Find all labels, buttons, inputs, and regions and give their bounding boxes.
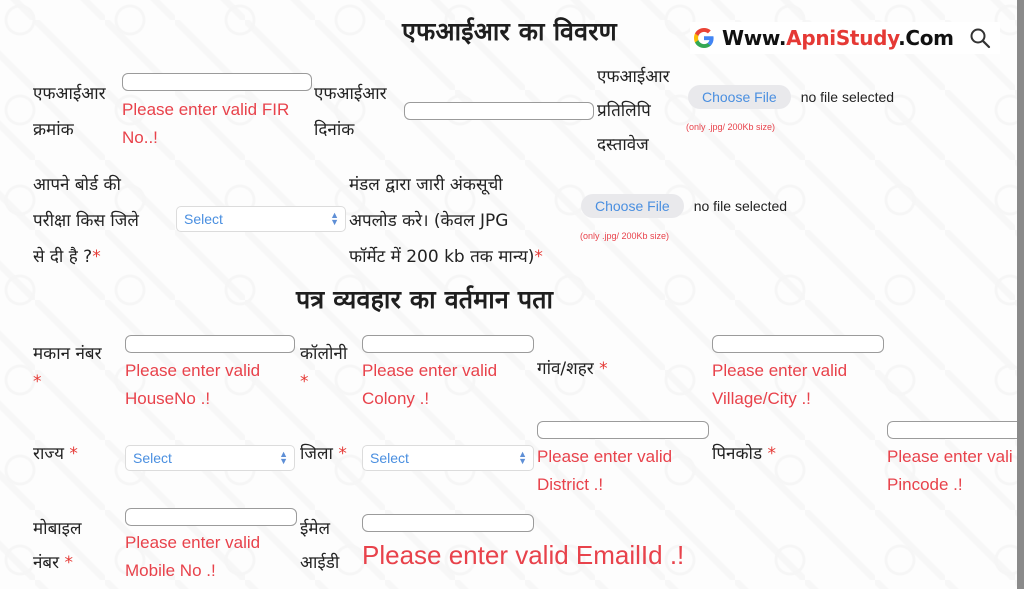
- house-no-label: मकान नंबर *: [33, 340, 102, 396]
- house-no-error: Please enter valid HouseNo .!: [125, 361, 261, 408]
- fir-copy-file-input[interactable]: Choose File no file selected: [688, 85, 894, 109]
- fir-section-title: एफआईआर का विवरण: [402, 17, 617, 46]
- select-value: Select: [184, 211, 223, 227]
- fir-copy-file-status: no file selected: [800, 89, 895, 105]
- required-asterisk: *: [300, 372, 309, 392]
- required-asterisk: *: [599, 359, 608, 379]
- required-asterisk: *: [33, 372, 42, 392]
- state-select[interactable]: Select ▲ ▼: [125, 445, 295, 471]
- village-city-input[interactable]: [712, 335, 884, 353]
- email-label: ईमेल आईडी: [300, 519, 340, 573]
- marksheet-hint: (only .jpg/ 200Kb size): [580, 231, 670, 241]
- fir-number-input[interactable]: [122, 73, 312, 91]
- district-error: Please enter valid District .!: [537, 447, 673, 494]
- fir-copy-label: एफआईआर प्रतिलिपि दस्तावेज: [597, 67, 670, 155]
- select-chevron-icon: ▲ ▼: [279, 449, 288, 466]
- scrollbar[interactable]: [1017, 0, 1024, 589]
- marksheet-file-status: no file selected: [693, 198, 788, 214]
- fir-number-label: एफआईआर क्रमांक: [33, 84, 106, 140]
- marksheet-file-input[interactable]: Choose File no file selected: [581, 194, 787, 218]
- email-error: Please enter valid EmailId .!: [362, 540, 685, 570]
- exam-district-select[interactable]: Select ▲ ▼: [176, 206, 346, 232]
- village-city-error: Please enter valid Village/City .!: [712, 361, 848, 408]
- watermark-text: Www.ApniStudy.Com: [722, 26, 954, 50]
- pincode-label: पिनकोड *: [712, 444, 776, 464]
- address-section-title: पत्र व्यवहार का वर्तमान पता: [296, 285, 554, 314]
- select-value: Select: [133, 450, 172, 466]
- mobile-label: मोबाइल नंबर *: [33, 519, 82, 573]
- marksheet-upload-label: मंडल द्वारा जारी अंकसूची अपलोड करे। (केव…: [349, 175, 543, 267]
- colony-label: कॉलोनी *: [300, 340, 347, 396]
- email-input[interactable]: [362, 514, 534, 532]
- fir-date-label: एफआईआर दिनांक: [314, 84, 387, 140]
- required-asterisk: *: [64, 553, 74, 573]
- watermark: Www.ApniStudy.Com: [690, 22, 1000, 54]
- google-g-icon: [694, 28, 714, 48]
- required-asterisk: *: [92, 247, 101, 267]
- required-asterisk: *: [534, 247, 543, 267]
- district-label: जिला *: [300, 444, 347, 464]
- required-asterisk: *: [69, 444, 78, 464]
- pincode-input[interactable]: [887, 421, 1024, 439]
- house-no-input[interactable]: [125, 335, 295, 353]
- colony-error: Please enter valid Colony .!: [362, 361, 498, 408]
- district-select[interactable]: Select ▲ ▼: [362, 445, 534, 471]
- village-city-label: गांव/शहर *: [537, 359, 608, 379]
- select-chevron-icon: ▲ ▼: [518, 449, 527, 466]
- exam-district-label: आपने बोर्ड की परीक्षा किस जिले से दी है …: [33, 175, 139, 267]
- search-icon[interactable]: [968, 26, 992, 50]
- district-input[interactable]: [537, 421, 709, 439]
- fir-copy-choose-file-button[interactable]: Choose File: [688, 85, 791, 109]
- select-value: Select: [370, 450, 409, 466]
- required-asterisk: *: [767, 444, 776, 464]
- fir-date-input[interactable]: [404, 102, 594, 120]
- select-chevron-icon: ▲ ▼: [330, 210, 339, 227]
- marksheet-choose-file-button[interactable]: Choose File: [581, 194, 684, 218]
- state-label: राज्य *: [33, 444, 78, 464]
- mobile-input[interactable]: [125, 508, 297, 526]
- fir-copy-hint: (only .jpg/ 200Kb size): [686, 122, 776, 132]
- mobile-error: Please enter valid Mobile No .!: [125, 533, 261, 580]
- required-asterisk: *: [338, 444, 347, 464]
- colony-input[interactable]: [362, 335, 534, 353]
- fir-number-error: Please enter valid FIR No..!: [122, 100, 290, 147]
- pincode-error: Please enter vali Pincode .!: [887, 447, 1013, 494]
